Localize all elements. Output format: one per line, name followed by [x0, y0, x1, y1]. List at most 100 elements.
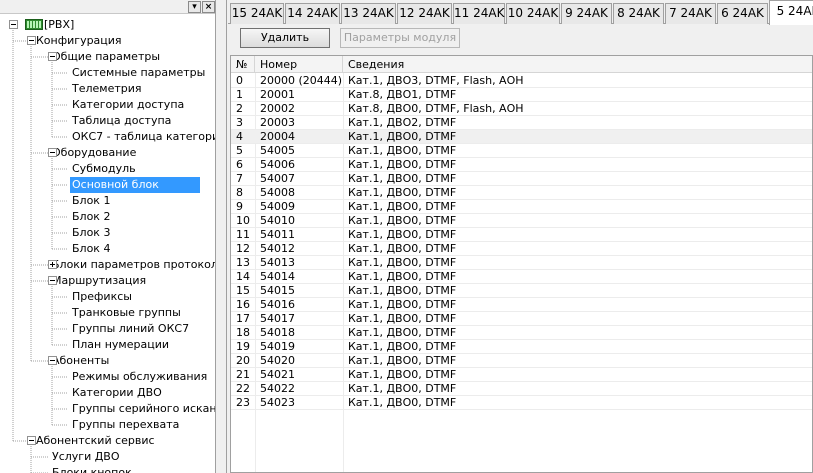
tree-view[interactable]: [PBX] Конфигурация Общие параметры Системны… — [0, 14, 215, 473]
table-row[interactable]: 1 20001 Кат.8, ДВО1, DTMF — [231, 88, 812, 102]
column-header-number[interactable]: Номер — [255, 56, 343, 73]
table-row[interactable]: 3 20003 Кат.1, ДВО2, DTMF — [231, 116, 812, 130]
module-tab[interactable]: 10 24AK — [506, 3, 560, 24]
tree-item[interactable]: Категории ДВО — [70, 385, 164, 401]
tree-item[interactable]: Основной блок — [70, 177, 200, 193]
tree-item[interactable]: Блок 2 — [70, 209, 112, 225]
row-index: 10 — [236, 214, 250, 227]
tree-item[interactable]: Субмодуль — [70, 161, 138, 177]
column-header-info[interactable]: Сведения — [343, 56, 812, 73]
tree-item[interactable]: Маршрутизация — [50, 273, 148, 289]
tree-item[interactable]: Транковые группы — [70, 305, 183, 321]
tree-item[interactable]: Группы серийного искан — [70, 401, 215, 417]
delete-button[interactable]: Удалить — [240, 28, 330, 48]
table-row[interactable]: 2 20002 Кат.8, ДВО0, DTMF, Flash, АОН — [231, 102, 812, 116]
row-number: 54018 — [260, 326, 295, 339]
tree-item[interactable]: Блоки параметров протокол — [50, 257, 215, 273]
table-row[interactable]: 18 54018 Кат.1, ДВО0, DTMF — [231, 326, 812, 340]
row-index: 0 — [236, 74, 243, 87]
table-row[interactable]: 0 20000 (20444) Кат.1, ДВО3, DTMF, Flash, … — [231, 74, 812, 88]
table-row[interactable]: 12 54012 Кат.1, ДВО0, DTMF — [231, 242, 812, 256]
tree-collapse-icon[interactable] — [27, 436, 36, 445]
tree-item[interactable]: Системные параметры — [70, 65, 207, 81]
tree-item[interactable]: Таблица доступа — [70, 113, 173, 129]
row-index: 19 — [236, 340, 250, 353]
tree-collapse-icon[interactable] — [48, 276, 57, 285]
tree-item[interactable]: Группы линий ОКС7 — [70, 321, 191, 337]
tree-item[interactable]: Режимы обслуживания — [70, 369, 209, 385]
table-row[interactable]: 6 54006 Кат.1, ДВО0, DTMF — [231, 158, 812, 172]
tree-item[interactable]: Группы перехвата — [70, 417, 181, 433]
tree-item[interactable]: Префиксы — [70, 289, 134, 305]
tree-collapse-icon[interactable] — [9, 20, 18, 29]
table-row[interactable]: 5 54005 Кат.1, ДВО0, DTMF — [231, 144, 812, 158]
tree-item[interactable]: Абоненты — [50, 353, 111, 369]
row-info: Кат.1, ДВО0, DTMF — [348, 382, 457, 395]
row-info: Кат.1, ДВО0, DTMF — [348, 186, 457, 199]
row-index: 6 — [236, 158, 243, 171]
table-row[interactable]: 23 54023 Кат.1, ДВО0, DTMF — [231, 396, 812, 410]
table-row[interactable]: 9 54009 Кат.1, ДВО0, DTMF — [231, 200, 812, 214]
subscriber-table[interactable]: № Номер Сведения 0 20000 (20444) Кат.1, ДВ… — [230, 55, 813, 473]
table-row[interactable]: 15 54015 Кат.1, ДВО0, DTMF — [231, 284, 812, 298]
row-info: Кат.1, ДВО0, DTMF — [348, 228, 457, 241]
module-tab[interactable]: 7 24AK — [665, 3, 716, 24]
table-row[interactable]: 14 54014 Кат.1, ДВО0, DTMF — [231, 270, 812, 284]
tree-item[interactable]: Блок 1 — [70, 193, 112, 209]
tree-item[interactable]: План нумерации — [70, 337, 171, 353]
tree-item[interactable]: [PBX] — [42, 17, 76, 33]
pane-splitter[interactable] — [217, 0, 227, 473]
tree-item[interactable]: Блок 4 — [70, 241, 112, 257]
row-index: 5 — [236, 144, 243, 157]
tree-expand-icon[interactable] — [48, 260, 57, 269]
tree-item[interactable]: Блок 3 — [70, 225, 112, 241]
module-tab[interactable]: 11 24AK — [453, 3, 505, 24]
module-tab[interactable]: 13 24AK — [341, 3, 396, 24]
table-row[interactable]: 22 54022 Кат.1, ДВО0, DTMF — [231, 382, 812, 396]
table-row[interactable]: 21 54021 Кат.1, ДВО0, DTMF — [231, 368, 812, 382]
column-header-index[interactable]: № — [231, 56, 255, 73]
module-tab[interactable]: 5 24AK — [769, 0, 813, 25]
table-row[interactable]: 8 54008 Кат.1, ДВО0, DTMF — [231, 186, 812, 200]
row-number: 20000 (20444) — [260, 74, 343, 87]
table-row[interactable]: 7 54007 Кат.1, ДВО0, DTMF — [231, 172, 812, 186]
table-row[interactable]: 20 54020 Кат.1, ДВО0, DTMF — [231, 354, 812, 368]
table-row[interactable]: 10 54010 Кат.1, ДВО0, DTMF — [231, 214, 812, 228]
row-number: 54014 — [260, 270, 295, 283]
module-tab[interactable]: 6 24AK — [717, 3, 768, 24]
row-number: 54007 — [260, 172, 295, 185]
module-tab[interactable]: 8 24AK — [613, 3, 664, 24]
tree-item[interactable]: Конфигурация — [34, 33, 124, 49]
tree-item[interactable]: Общие параметры — [50, 49, 162, 65]
row-info: Кат.1, ДВО0, DTMF — [348, 368, 457, 381]
table-row[interactable]: 19 54019 Кат.1, ДВО0, DTMF — [231, 340, 812, 354]
tree-collapse-icon[interactable] — [48, 356, 57, 365]
module-tab[interactable]: 12 24AK — [397, 3, 452, 24]
table-row[interactable]: 13 54013 Кат.1, ДВО0, DTMF — [231, 256, 812, 270]
tree-item[interactable]: Абонентский сервис — [34, 433, 157, 449]
row-number: 20002 — [260, 102, 295, 115]
tree-item[interactable]: Категории доступа — [70, 97, 186, 113]
tree-collapse-icon[interactable] — [27, 36, 36, 45]
table-row[interactable]: 17 54017 Кат.1, ДВО0, DTMF — [231, 312, 812, 326]
row-number: 54023 — [260, 396, 295, 409]
row-info: Кат.1, ДВО0, DTMF — [348, 144, 457, 157]
tree-item[interactable]: Телеметрия — [70, 81, 144, 97]
table-row[interactable]: 4 20004 Кат.1, ДВО0, DTMF — [231, 130, 812, 144]
close-pane-button[interactable]: × — [202, 1, 215, 13]
row-number: 54016 — [260, 298, 295, 311]
table-row[interactable]: 16 54016 Кат.1, ДВО0, DTMF — [231, 298, 812, 312]
table-row[interactable]: 11 54011 Кат.1, ДВО0, DTMF — [231, 228, 812, 242]
module-tab[interactable]: 15 24AK — [230, 3, 284, 24]
tree-collapse-icon[interactable] — [48, 148, 57, 157]
pin-button[interactable]: ▾ — [188, 1, 201, 13]
tree-collapse-icon[interactable] — [48, 52, 57, 61]
module-params-button[interactable]: Параметры модуля — [340, 28, 460, 48]
tree-item[interactable]: Блоки кнопок — [50, 465, 134, 473]
tree-pane-header: ▾ × — [0, 0, 215, 14]
module-tab[interactable]: 9 24AK — [561, 3, 612, 24]
tree-item[interactable]: ОКС7 - таблица категори — [70, 129, 215, 145]
module-tab[interactable]: 14 24AK — [285, 3, 340, 24]
tree-item[interactable]: Услуги ДВО — [50, 449, 122, 465]
tree-item[interactable]: Оборудование — [50, 145, 138, 161]
